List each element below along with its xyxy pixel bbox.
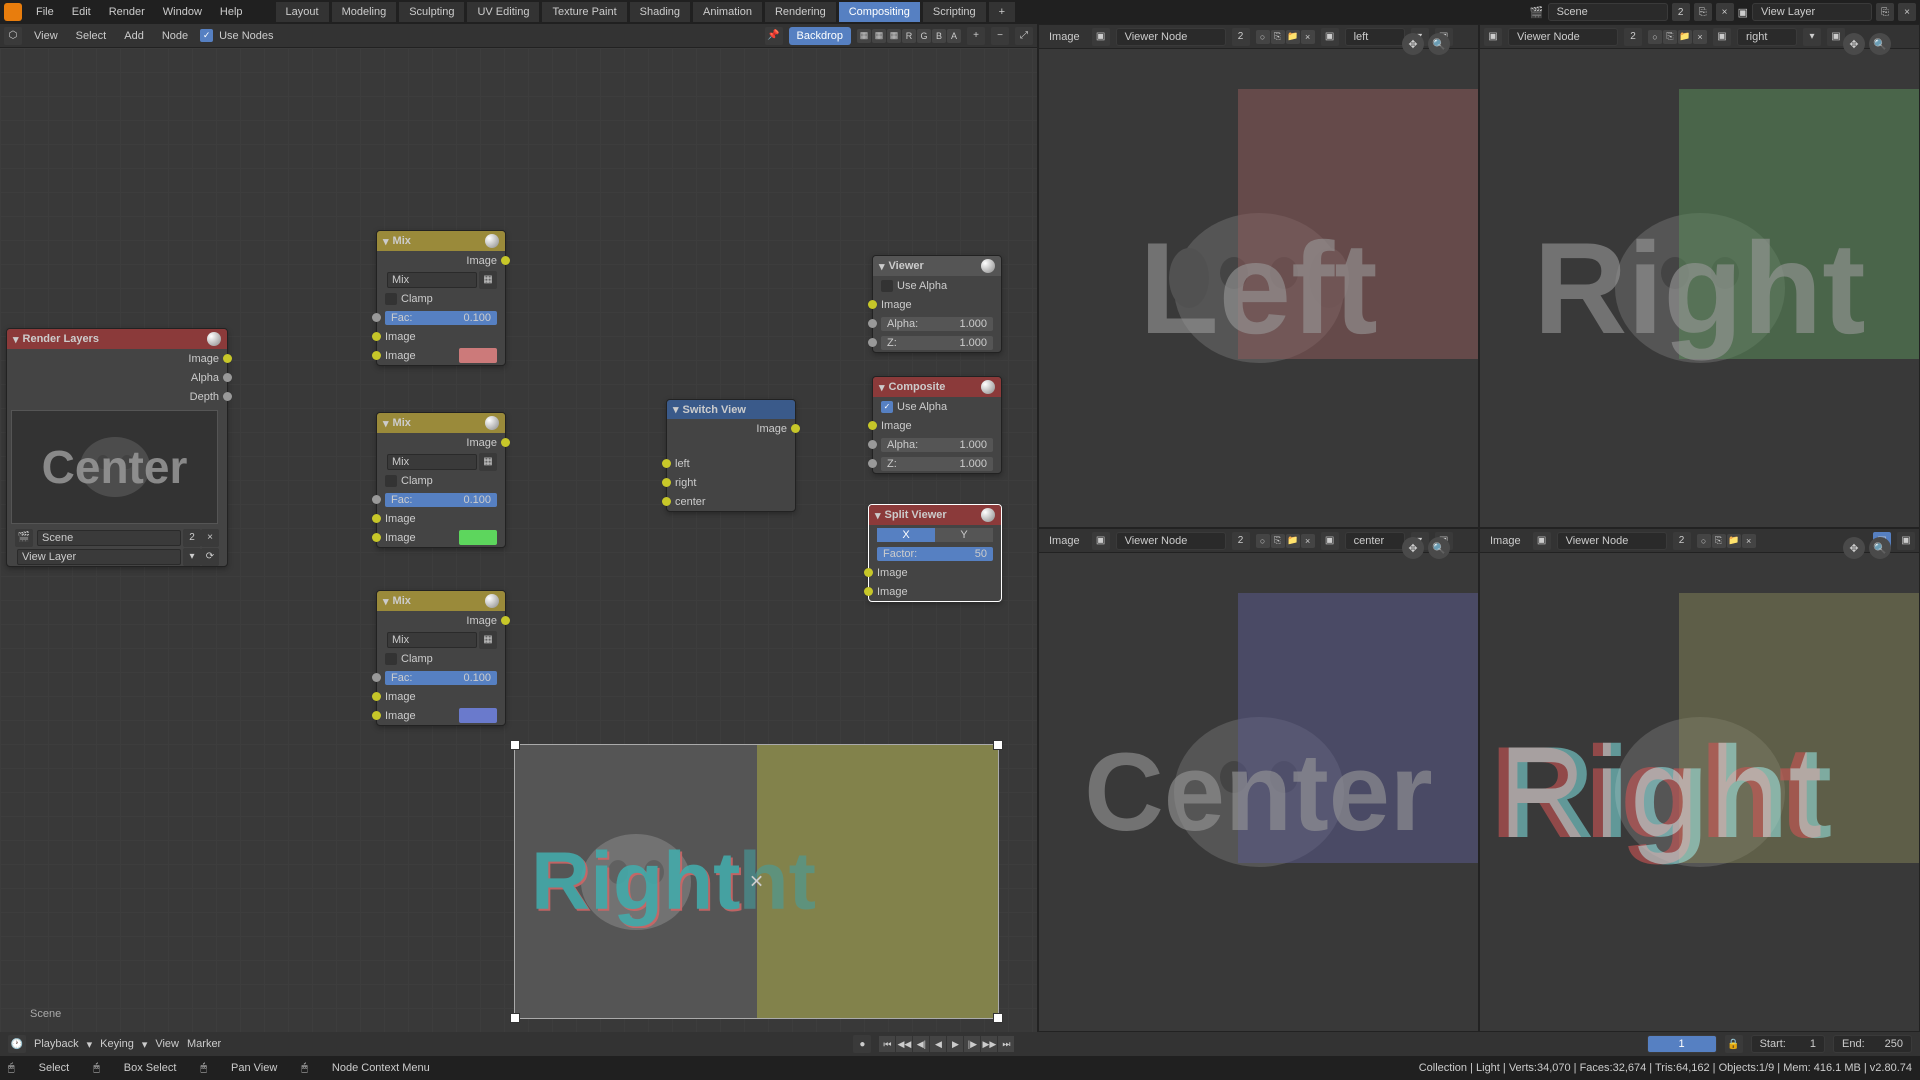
backdrop-preview[interactable]: Right ht ✕ bbox=[514, 744, 999, 1019]
end-frame[interactable]: End:250 bbox=[1833, 1035, 1912, 1053]
render-layers-thumbnail: Center bbox=[11, 410, 218, 524]
tab-modeling[interactable]: Modeling bbox=[332, 2, 397, 22]
image-browse-icon[interactable]: ▣ bbox=[1092, 28, 1110, 46]
timeline: 🕐 Playback▾ Keying▾ View Marker ● ⏮◀◀◀|◀… bbox=[0, 1032, 1920, 1056]
tab-shading[interactable]: Shading bbox=[630, 2, 690, 22]
blender-logo-icon bbox=[4, 3, 22, 21]
node-split-viewer[interactable]: ▾Split Viewer XY Factor:50 Image Image bbox=[868, 504, 1002, 602]
pin-icon[interactable]: 📌 bbox=[765, 27, 783, 45]
editor-type-icon[interactable]: ⬡ bbox=[4, 27, 22, 45]
top-menu-bar: File Edit Render Window Help Layout Mode… bbox=[0, 0, 1920, 24]
compositor-node-editor[interactable]: ⬡ View Select Add Node ✓ Use Nodes 📌 Bac… bbox=[0, 24, 1038, 1032]
current-frame[interactable]: 1 bbox=[1647, 1035, 1717, 1053]
channel-buttons[interactable]: ▦▦▦RGBA bbox=[857, 29, 961, 43]
menu-file[interactable]: File bbox=[28, 3, 62, 21]
menu-window[interactable]: Window bbox=[155, 3, 210, 21]
autokey-icon[interactable]: ● bbox=[853, 1035, 871, 1053]
scene-users[interactable]: 2 bbox=[1672, 3, 1690, 21]
tab-scripting[interactable]: Scripting bbox=[923, 2, 986, 22]
mouse-left-icon: 🖱 bbox=[93, 1062, 100, 1075]
pan-icon[interactable]: ✥ bbox=[1402, 33, 1424, 55]
tab-add[interactable]: + bbox=[989, 2, 1015, 22]
viewlayer-delete-icon[interactable]: × bbox=[1898, 3, 1916, 21]
hdr-add[interactable]: Add bbox=[118, 28, 150, 44]
mouse-middle-icon: 🖱 bbox=[200, 1062, 207, 1075]
scene-stats: Collection | Light | Verts:34,070 | Face… bbox=[1419, 1062, 1912, 1074]
node-editor-header: ⬡ View Select Add Node ✓ Use Nodes 📌 Bac… bbox=[0, 24, 1037, 48]
tab-uvediting[interactable]: UV Editing bbox=[467, 2, 539, 22]
tl-playback[interactable]: Playback bbox=[34, 1038, 79, 1050]
hdr-view[interactable]: View bbox=[28, 28, 64, 44]
fit-icon[interactable]: ⤢ bbox=[1015, 27, 1033, 45]
menu-render[interactable]: Render bbox=[101, 3, 153, 21]
backdrop-toggle[interactable]: Backdrop bbox=[789, 27, 851, 45]
viewlayer-new-icon[interactable]: ⎘ bbox=[1876, 3, 1894, 21]
menu-edit[interactable]: Edit bbox=[64, 3, 99, 21]
tab-sculpting[interactable]: Sculpting bbox=[399, 2, 464, 22]
viewlayer-icon: ▣ bbox=[1738, 6, 1748, 19]
zoom-in-icon[interactable]: + bbox=[967, 27, 985, 45]
node-mix-3[interactable]: ▾Mix Image Mix▦ Clamp Fac:0.100 Image Im… bbox=[376, 590, 506, 726]
scene-new-icon[interactable]: ⎘ bbox=[1694, 3, 1712, 21]
tl-marker[interactable]: Marker bbox=[187, 1038, 221, 1050]
use-nodes-label: Use Nodes bbox=[219, 30, 273, 42]
tab-texturepaint[interactable]: Texture Paint bbox=[542, 2, 626, 22]
tab-layout[interactable]: Layout bbox=[276, 2, 329, 22]
preview-sphere-icon bbox=[207, 332, 221, 346]
tl-keying[interactable]: Keying bbox=[100, 1038, 134, 1050]
img-menu[interactable]: Image bbox=[1043, 533, 1086, 549]
image-pane-left[interactable]: Image ▣ Viewer Node 2 ○⎘📁× ▣ left ▾▣ Lef… bbox=[1038, 24, 1479, 528]
scene-path-label: Scene bbox=[30, 1008, 61, 1020]
hdr-select[interactable]: Select bbox=[70, 28, 113, 44]
image-pane-center[interactable]: Image ▣ Viewer Node 2 ○⎘📁× ▣ center ▾▣ C… bbox=[1038, 528, 1479, 1032]
start-frame[interactable]: Start:1 bbox=[1751, 1035, 1825, 1053]
node-switch-view[interactable]: ▾Switch View Image left right center bbox=[666, 399, 796, 512]
image-pane-anaglyph[interactable]: Image ▣ Viewer Node 2 ○⎘📁× ▣▣ Right Righ… bbox=[1479, 528, 1920, 1032]
scene-delete-icon[interactable]: × bbox=[1716, 3, 1734, 21]
image-pane-right[interactable]: ▣ Viewer Node 2 ○⎘📁× ▣ right ▾▣ Right ✥🔍 bbox=[1479, 24, 1920, 528]
zoom-icon[interactable]: 🔍 bbox=[1428, 33, 1450, 55]
node-mix-1[interactable]: ▾Mix Image Mix▦ Clamp Fac:0.100 Image Im… bbox=[376, 230, 506, 366]
playback-controls[interactable]: ⏮◀◀◀|◀▶|▶▶▶⏭ bbox=[879, 1036, 1014, 1052]
tab-animation[interactable]: Animation bbox=[693, 2, 762, 22]
node-mix-2[interactable]: ▾Mix Image Mix▦ Clamp Fac:0.100 Image Im… bbox=[376, 412, 506, 548]
node-viewer[interactable]: ▾Viewer Use Alpha Image Alpha:1.000 Z:1.… bbox=[872, 255, 1002, 353]
scene-selector[interactable]: Scene bbox=[1548, 3, 1668, 21]
node-composite[interactable]: ▾Composite ✓Use Alpha Image Alpha:1.000 … bbox=[872, 376, 1002, 474]
scene-icon: 🎬 bbox=[1530, 6, 1544, 19]
image-viewers: Image ▣ Viewer Node 2 ○⎘📁× ▣ left ▾▣ Lef… bbox=[1038, 24, 1920, 1032]
use-nodes-checkbox[interactable]: ✓ bbox=[200, 29, 213, 42]
hdr-node[interactable]: Node bbox=[156, 28, 194, 44]
tab-compositing[interactable]: Compositing bbox=[839, 2, 920, 22]
node-render-layers[interactable]: ▾Render Layers Image Alpha Depth Center … bbox=[6, 328, 228, 567]
zoom-out-icon[interactable]: − bbox=[991, 27, 1009, 45]
tl-view[interactable]: View bbox=[155, 1038, 179, 1050]
status-bar: 🖱Select 🖱Box Select 🖱Pan View 🖱Node Cont… bbox=[0, 1056, 1920, 1080]
mouse-left-icon: 🖱 bbox=[8, 1062, 15, 1075]
viewlayer-selector[interactable]: View Layer bbox=[1752, 3, 1872, 21]
menu-help[interactable]: Help bbox=[212, 3, 251, 21]
mouse-right-icon: 🖱 bbox=[301, 1062, 308, 1075]
img-menu[interactable]: Image bbox=[1484, 533, 1527, 549]
timeline-editor-icon[interactable]: 🕐 bbox=[8, 1035, 26, 1053]
lock-range-icon[interactable]: 🔒 bbox=[1725, 1035, 1743, 1053]
img-menu[interactable]: Image bbox=[1043, 29, 1086, 45]
tab-rendering[interactable]: Rendering bbox=[765, 2, 836, 22]
